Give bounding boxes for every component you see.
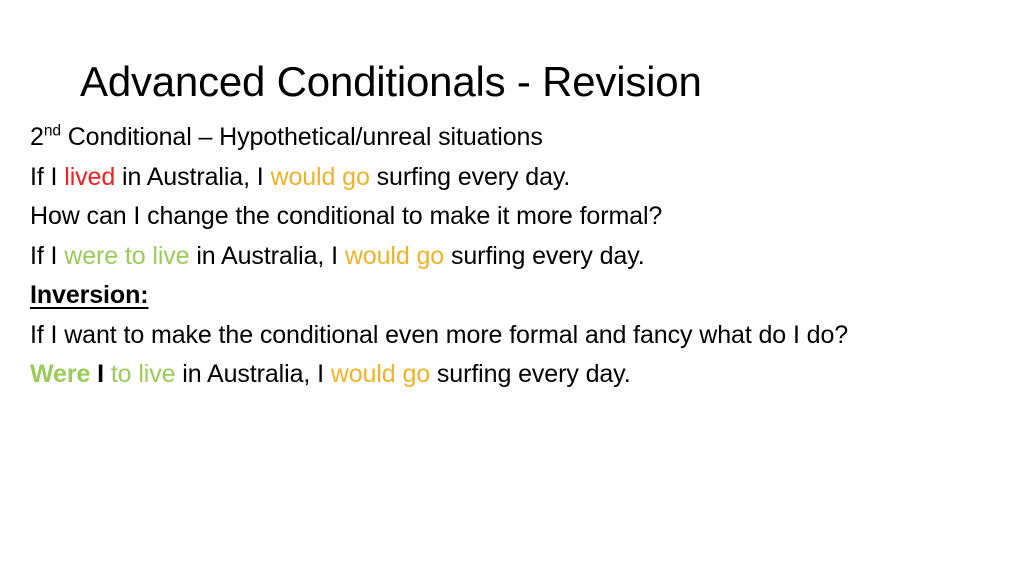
text-run: Conditional – Hypothetical/unreal situat… <box>60 123 543 151</box>
text-run: surfing every day. <box>369 162 571 191</box>
text-run: to live <box>103 360 176 388</box>
line-question-formal: How can I change the conditional to make… <box>30 197 1010 237</box>
text-run: 2 <box>30 123 44 151</box>
text-run: How can I change the conditional to make… <box>30 202 663 230</box>
line-example-were-to-live: If I were to live in Australia, I would … <box>30 237 1010 277</box>
text-run: Inversion: <box>30 281 149 309</box>
text-run: in Australia, I <box>115 162 271 191</box>
line-inversion-heading: Inversion: <box>30 276 1010 316</box>
page-title: Advanced Conditionals - Revision <box>80 58 702 105</box>
line-example-basic: If I lived in Australia, I would go surf… <box>30 158 1010 198</box>
text-run: If I want to make the conditional even m… <box>30 320 849 349</box>
text-run: nd <box>43 122 61 140</box>
text-run: in Australia, I <box>175 360 331 388</box>
text-run: surfing every day. <box>430 360 631 388</box>
text-run: would go <box>344 241 445 270</box>
line-example-inverted: Were I to live in Australia, I would go … <box>30 355 1010 395</box>
text-run: I <box>90 360 104 388</box>
text-run: in Australia, I <box>189 241 345 270</box>
text-run: would go <box>270 162 370 191</box>
line-second-conditional-heading: 2nd Conditional – Hypothetical/unreal si… <box>30 118 1010 158</box>
text-run: If I <box>30 241 65 270</box>
slide-canvas: Advanced Conditionals - Revision 2nd Con… <box>0 0 1024 576</box>
text-run: would go <box>330 360 431 388</box>
line-question-fancy: If I want to make the conditional even m… <box>30 316 1010 356</box>
slide-body: 2nd Conditional – Hypothetical/unreal si… <box>30 118 1010 395</box>
text-run: lived <box>64 162 116 191</box>
text-run: surfing every day. <box>444 241 645 270</box>
text-run: were to live <box>64 241 190 270</box>
text-run: If I <box>30 162 65 191</box>
text-run: Were <box>30 360 91 388</box>
